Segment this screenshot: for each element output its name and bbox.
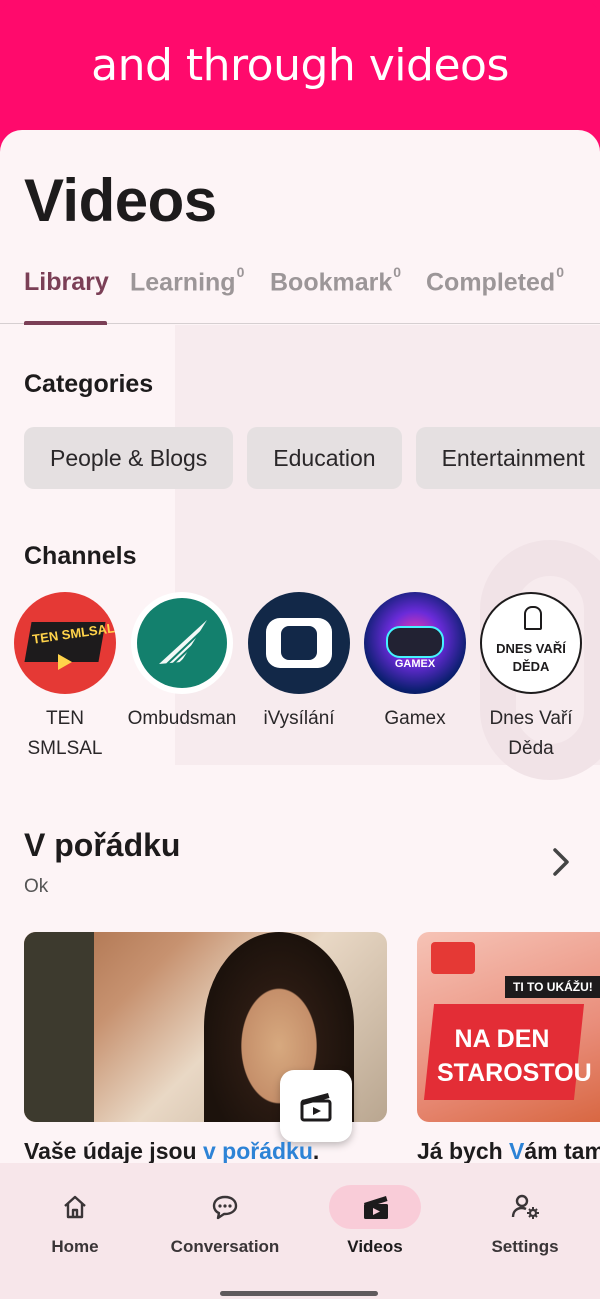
chip-entertainment[interactable]: Entertainment <box>415 427 600 489</box>
nav-label: Settings <box>491 1237 559 1256</box>
caption-text: . <box>312 1138 320 1164</box>
nav-icon-wrap <box>179 1185 271 1229</box>
page-title: Videos <box>24 167 217 234</box>
tab-learning-count: 0 <box>236 264 245 280</box>
play-icon <box>58 654 72 670</box>
channel-avatar: DNES VAŘÍ DĚDA <box>480 592 582 694</box>
playlist-subtitle: Ok <box>24 876 49 897</box>
channel-list: TEN SMLSAL TEN SMLSAL Ombudsman iVysílán… <box>0 592 600 772</box>
wing-icon <box>159 620 208 665</box>
channels-title: Channels <box>24 542 137 570</box>
app-screen: Videos Library Learning0 Bookmark0 Compl… <box>0 130 600 1299</box>
channel-gamex[interactable]: GAMEX Gamex <box>360 592 470 734</box>
user-settings-icon <box>511 1194 539 1219</box>
chevron-right-icon[interactable] <box>548 844 574 880</box>
playlist-title: V pořádku <box>24 827 181 863</box>
chat-icon <box>212 1195 238 1220</box>
home-icon <box>64 1195 86 1219</box>
video-caption[interactable]: Já bych Vám tam <box>417 1138 600 1165</box>
channel-name: Ombudsman <box>127 708 237 729</box>
channel-ivysilani[interactable]: iVysílání <box>244 592 354 734</box>
nav-videos[interactable]: Videos <box>300 1185 450 1257</box>
tab-completed[interactable]: Completed0 <box>426 264 564 297</box>
category-chips: People & Blogs Education Entertainment <box>24 427 600 489</box>
tab-bookmark-count: 0 <box>393 264 402 280</box>
nav-icon-wrap <box>29 1185 121 1229</box>
categories-title: Categories <box>24 370 154 398</box>
gamepad-icon <box>386 626 444 658</box>
tab-library[interactable]: Library <box>24 268 109 297</box>
channel-ten-smlsal[interactable]: TEN SMLSAL TEN SMLSAL <box>10 592 120 764</box>
nav-icon-wrap <box>479 1185 571 1229</box>
nav-icon-wrap <box>329 1185 421 1229</box>
caption-highlight: V <box>509 1138 525 1164</box>
caption-highlight: v pořádku <box>202 1138 313 1164</box>
caption-text: ám tam <box>524 1138 600 1164</box>
banner-text: and through videos <box>91 40 509 91</box>
video-thumbnail[interactable]: TI TO UKÁŽU! NA DEN STAROSTOU <box>417 932 600 1122</box>
channel-avatar: TEN SMLSAL <box>14 592 116 694</box>
ct-logo-hole <box>281 626 317 660</box>
clapperboard-fab[interactable] <box>280 1070 352 1142</box>
chip-people-blogs[interactable]: People & Blogs <box>24 427 234 489</box>
channel-avatar <box>248 592 350 694</box>
tab-learning[interactable]: Learning0 <box>130 264 244 297</box>
thumbnail-text: NA DEN STAROSTOU <box>437 1025 592 1087</box>
channel-name: Gamex <box>384 708 446 729</box>
tab-completed-count: 0 <box>556 264 564 280</box>
channel-name: iVysílání <box>263 708 335 729</box>
channel-ombudsman[interactable]: Ombudsman <box>127 592 237 734</box>
bottom-navigation: Home Conversation Videos Settings <box>0 1163 600 1299</box>
channel-avatar: GAMEX <box>364 592 466 694</box>
chip-education[interactable]: Education <box>247 427 402 489</box>
logo-text: DNES VAŘÍ DĚDA <box>496 641 566 674</box>
tab-indicator <box>24 321 107 325</box>
caption-text: Vaše údaje jsou <box>24 1138 203 1164</box>
channel-name: TEN SMLSAL <box>27 708 103 759</box>
thumbnail-figure <box>24 932 94 1122</box>
tab-completed-label: Completed <box>426 268 556 297</box>
nav-label: Home <box>51 1237 99 1256</box>
promo-banner: and through videos <box>0 0 600 140</box>
nav-home[interactable]: Home <box>0 1185 150 1257</box>
tab-library-label: Library <box>24 268 109 296</box>
clapperboard-icon <box>300 1093 332 1122</box>
channel-dnes-vari-deda[interactable]: DNES VAŘÍ DĚDA Dnes Vaří Děda <box>476 592 586 764</box>
nav-conversation[interactable]: Conversation <box>150 1185 300 1257</box>
channel-logo <box>431 942 475 974</box>
caption-text: Já bych <box>417 1138 510 1164</box>
nav-label: Conversation <box>170 1237 280 1256</box>
nav-label: Videos <box>347 1237 403 1256</box>
tab-bookmark-label: Bookmark <box>270 268 393 297</box>
clapperboard-icon <box>364 1196 388 1219</box>
tab-learning-label: Learning <box>130 268 236 297</box>
nav-settings[interactable]: Settings <box>450 1185 600 1257</box>
video-caption[interactable]: Vaše údaje jsou v pořádku. <box>24 1138 364 1165</box>
channel-name: Dnes Vaří Děda <box>489 708 573 759</box>
channel-avatar <box>131 592 233 694</box>
logo-text: GAMEX <box>394 658 436 670</box>
tab-bar: Library Learning0 Bookmark0 Completed0 <box>0 260 600 325</box>
tab-bookmark[interactable]: Bookmark0 <box>270 264 401 297</box>
gesture-handle <box>220 1291 378 1296</box>
thumbnail-tag: TI TO UKÁŽU! <box>505 976 600 998</box>
chef-hat-icon <box>524 606 542 630</box>
